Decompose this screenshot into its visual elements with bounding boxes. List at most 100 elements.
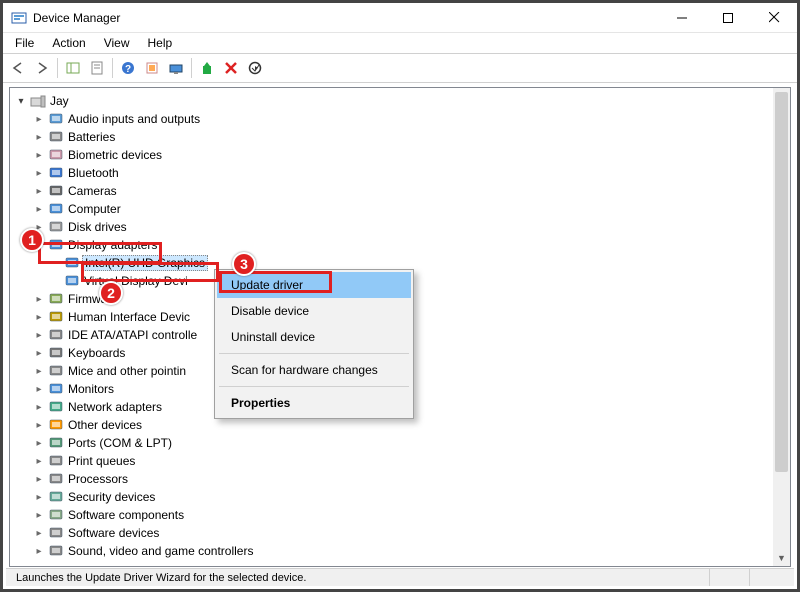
device-category-icon <box>48 147 64 163</box>
chevron-right-icon[interactable]: ▸ <box>32 456 46 467</box>
tree-category-label: Security devices <box>66 490 157 504</box>
context-menu-item[interactable]: Properties <box>217 390 411 416</box>
menu-action[interactable]: Action <box>44 34 93 52</box>
tree-category-label: Software devices <box>66 526 161 540</box>
device-category-icon <box>48 219 64 235</box>
tree-category[interactable]: ▸ Security devices <box>14 488 790 506</box>
tree-category[interactable]: ▸Processors <box>14 470 790 488</box>
chevron-right-icon[interactable]: ▸ <box>32 510 46 521</box>
chevron-right-icon[interactable]: ▸ <box>32 492 46 503</box>
chevron-right-icon[interactable]: ▸ <box>32 312 46 323</box>
properties-button[interactable] <box>86 57 108 79</box>
title-bar: Device Manager <box>3 3 797 33</box>
chevron-right-icon[interactable]: ▸ <box>32 420 46 431</box>
tree-root-label: Jay <box>48 94 71 108</box>
chevron-right-icon[interactable]: ▸ <box>32 204 46 215</box>
chevron-right-icon[interactable]: ▸ <box>32 294 46 305</box>
device-category-icon <box>48 381 64 397</box>
device-category-icon <box>48 363 64 379</box>
tree-category-label: Disk drives <box>66 220 129 234</box>
device-category-icon <box>48 129 64 145</box>
context-menu-item[interactable]: Update driver <box>217 272 411 298</box>
device-category-icon <box>48 201 64 217</box>
tree-category-label: Software components <box>66 508 186 522</box>
chevron-right-icon[interactable]: ▸ <box>32 348 46 359</box>
context-menu-item[interactable]: Uninstall device <box>217 324 411 350</box>
tree-category[interactable]: ▸ Software devices <box>14 524 790 542</box>
toolbar-separator <box>112 58 113 78</box>
minimize-button[interactable] <box>659 3 705 33</box>
device-category-icon <box>48 165 64 181</box>
close-button[interactable] <box>751 3 797 33</box>
chevron-right-icon[interactable]: ▸ <box>32 132 46 143</box>
tree-category[interactable]: ▸Bluetooth <box>14 164 790 182</box>
scroll-thumb[interactable] <box>775 92 788 472</box>
tree-category[interactable]: ▸Computer <box>14 200 790 218</box>
scan-hardware-button[interactable] <box>165 57 187 79</box>
device-category-icon <box>48 489 64 505</box>
chevron-right-icon[interactable]: ▸ <box>32 546 46 557</box>
scrollbar-vertical[interactable]: ▲ ▼ <box>773 88 790 566</box>
device-category-icon <box>48 291 64 307</box>
chevron-down-icon[interactable]: ▾ <box>14 96 28 107</box>
tree-category-label: Audio inputs and outputs <box>66 112 202 126</box>
device-category-icon <box>48 309 64 325</box>
chevron-down-icon[interactable]: ▾ <box>32 240 46 251</box>
chevron-right-icon[interactable]: ▸ <box>32 438 46 449</box>
disable-button[interactable] <box>244 57 266 79</box>
device-category-icon <box>48 237 64 253</box>
maximize-button[interactable] <box>705 3 751 33</box>
svg-text:?: ? <box>125 64 131 75</box>
tree-category[interactable]: ▸ Software components <box>14 506 790 524</box>
scroll-down-icon[interactable]: ▼ <box>773 549 790 566</box>
status-text: Launches the Update Driver Wizard for th… <box>10 569 710 586</box>
tree-category-label: Other devices <box>66 418 144 432</box>
tree-category[interactable]: ▸Cameras <box>14 182 790 200</box>
menu-help[interactable]: Help <box>140 34 181 52</box>
show-hide-tree-button[interactable] <box>62 57 84 79</box>
chevron-right-icon[interactable]: ▸ <box>32 528 46 539</box>
tree-category[interactable]: ▸Batteries <box>14 128 790 146</box>
tree-category[interactable]: ▸ Audio inputs and outputs <box>14 110 790 128</box>
status-cell <box>750 569 790 586</box>
menu-bar: File Action View Help <box>3 33 797 53</box>
chevron-right-icon[interactable]: ▸ <box>32 474 46 485</box>
context-menu-item[interactable]: Scan for hardware changes <box>217 357 411 383</box>
context-menu: Update driverDisable deviceUninstall dev… <box>214 269 414 419</box>
tree-device-label: Virtual Display Devi <box>82 274 190 288</box>
menu-view[interactable]: View <box>96 34 138 52</box>
help-button[interactable]: ? <box>117 57 139 79</box>
tree-category[interactable]: ▸Biometric devices <box>14 146 790 164</box>
chevron-right-icon[interactable]: ▸ <box>32 222 46 233</box>
tree-category[interactable]: ▾ Display adapters <box>14 236 790 254</box>
device-category-icon <box>48 543 64 559</box>
tree-category[interactable]: ▸ Disk drives <box>14 218 790 236</box>
tree-category-label: Print queues <box>66 454 137 468</box>
action-button[interactable] <box>141 57 163 79</box>
chevron-right-icon[interactable]: ▸ <box>32 330 46 341</box>
forward-button[interactable] <box>31 57 53 79</box>
back-button[interactable] <box>7 57 29 79</box>
chevron-right-icon[interactable]: ▸ <box>32 384 46 395</box>
update-driver-button[interactable] <box>196 57 218 79</box>
tree-category[interactable]: ▸ Print queues <box>14 452 790 470</box>
menu-file[interactable]: File <box>7 34 42 52</box>
chevron-right-icon[interactable]: ▸ <box>32 402 46 413</box>
device-category-icon <box>48 435 64 451</box>
toolbar-separator <box>191 58 192 78</box>
chevron-right-icon[interactable]: ▸ <box>32 186 46 197</box>
chevron-right-icon[interactable]: ▸ <box>32 114 46 125</box>
device-category-icon <box>48 525 64 541</box>
tree-category[interactable]: ▸Ports (COM & LPT) <box>14 434 790 452</box>
tree-category-label: Network adapters <box>66 400 164 414</box>
chevron-right-icon[interactable]: ▸ <box>32 366 46 377</box>
chevron-right-icon[interactable]: ▸ <box>32 150 46 161</box>
device-category-icon <box>48 111 64 127</box>
context-menu-item[interactable]: Disable device <box>217 298 411 324</box>
tree-category[interactable]: ▸Sound, video and game controllers <box>14 542 790 560</box>
chevron-right-icon[interactable]: ▸ <box>32 168 46 179</box>
uninstall-button[interactable] <box>220 57 242 79</box>
window-title: Device Manager <box>33 11 659 25</box>
tree-category-label: Display adapters <box>66 238 159 252</box>
tree-root[interactable]: ▾ Jay <box>14 92 790 110</box>
